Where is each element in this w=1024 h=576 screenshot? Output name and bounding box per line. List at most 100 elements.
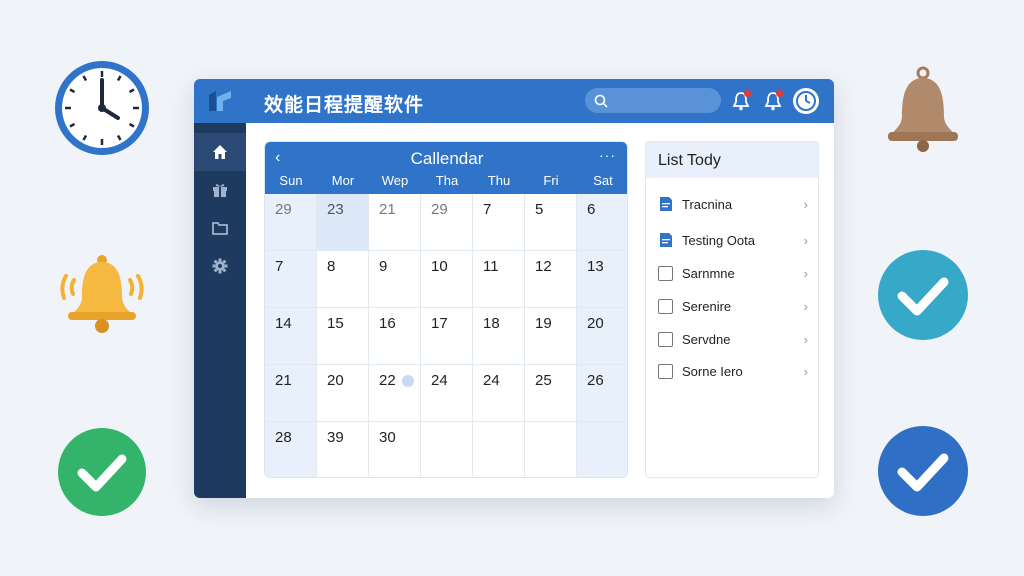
calendar-day-empty [421, 422, 473, 477]
weekday-label: Wep [381, 173, 409, 188]
calendar-day[interactable]: 10 [421, 251, 473, 308]
calendar-day-empty [473, 422, 525, 477]
home-icon [213, 145, 227, 159]
calendar-day[interactable]: 26 [577, 365, 627, 422]
chevron-right-icon: › [803, 265, 808, 281]
calendar-day[interactable]: 24 [473, 365, 525, 422]
todo-list-panel: List Tody Tracnina › Testing Oota › Sarn… [645, 141, 819, 478]
calendar-day[interactable]: 20 [317, 365, 369, 422]
chevron-right-icon: › [803, 298, 808, 314]
calendar-day[interactable]: 25 [525, 365, 577, 422]
sidebar-item-home[interactable] [194, 133, 246, 171]
clock-icon [796, 91, 816, 111]
clock-button[interactable] [793, 88, 819, 114]
notification-button[interactable] [730, 90, 752, 112]
sidebar-item-gifts[interactable] [194, 171, 246, 209]
calendar-day[interactable]: 23 [317, 194, 369, 251]
calendar-day-today[interactable]: 22 [369, 365, 421, 422]
calendar-day[interactable]: 18 [473, 308, 525, 365]
calendar-day[interactable]: 14 [265, 308, 317, 365]
alerts-button[interactable] [762, 90, 784, 112]
calendar-day[interactable]: 7 [473, 194, 525, 251]
weekday-label: Sat [593, 173, 613, 188]
notification-dot [776, 90, 783, 97]
calendar-day-number: 22 [379, 372, 396, 389]
list-item-label: Sorne Iero [682, 363, 743, 379]
list-item[interactable]: Serenire › [658, 296, 808, 316]
calendar-day[interactable]: 12 [525, 251, 577, 308]
calendar-day[interactable]: 39 [317, 422, 369, 477]
calendar-day[interactable]: 20 [577, 308, 627, 365]
list-item[interactable]: Servdne › [658, 329, 808, 349]
calendar-day[interactable]: 29 [265, 194, 317, 251]
calendar-day[interactable]: 28 [265, 422, 317, 477]
checkbox[interactable] [658, 298, 673, 314]
list-item[interactable]: Sarnmne › [658, 263, 808, 283]
calendar-grid: 29 23 21 29 7 5 6 7 8 9 10 11 12 13 14 1… [265, 194, 627, 477]
top-bar: 效能日程提醒软件 [194, 79, 834, 123]
search-input[interactable] [585, 88, 721, 113]
calendar-day[interactable]: 24 [421, 365, 473, 422]
list-item[interactable]: Tracnina › [658, 194, 808, 214]
clock-icon [55, 61, 149, 155]
calendar-day[interactable]: 11 [473, 251, 525, 308]
list-item[interactable]: Sorne Iero › [658, 361, 808, 381]
weekday-label: Tha [435, 173, 459, 188]
check-icon [878, 426, 968, 516]
list-item-label: Tracnina [682, 196, 733, 212]
gift-icon [213, 184, 227, 197]
calendar-day[interactable]: 17 [421, 308, 473, 365]
calendar: ‹ Callendar ··· Sun Mor Wep Tha Thu Fri … [264, 141, 628, 478]
list-item-label: Servdne [682, 331, 731, 347]
calendar-day[interactable]: 21 [265, 365, 317, 422]
more-menu-button[interactable]: ··· [599, 147, 616, 163]
calendar-day[interactable]: 21 [369, 194, 421, 251]
notification-dot [744, 90, 751, 97]
list-item-label: Testing Oota [682, 232, 755, 248]
calendar-day[interactable]: 7 [265, 251, 317, 308]
sidebar [194, 123, 246, 498]
calendar-day[interactable]: 6 [577, 194, 627, 251]
list-title: List Tody [646, 142, 818, 178]
list-item-label: Sarnmne [682, 265, 735, 281]
list-item-label: Serenire [682, 298, 732, 314]
checkbox[interactable] [658, 363, 673, 379]
check-icon [58, 428, 146, 516]
chevron-right-icon: › [803, 331, 808, 347]
calendar-day[interactable]: 16 [369, 308, 421, 365]
calendar-day[interactable]: 29 [421, 194, 473, 251]
list-item[interactable]: Testing Oota › [658, 230, 808, 250]
weekday-label: Sun [279, 173, 303, 188]
event-dot [402, 375, 414, 387]
logo-icon [209, 91, 231, 111]
calendar-day[interactable]: 19 [525, 308, 577, 365]
document-icon [660, 197, 672, 211]
calendar-day[interactable]: 30 [369, 422, 421, 477]
sidebar-item-settings[interactable] [194, 247, 246, 285]
calendar-day[interactable]: 8 [317, 251, 369, 308]
gear-icon [212, 258, 228, 274]
bell-icon [60, 255, 144, 333]
search-icon [594, 94, 608, 108]
weekday-label: Mor [331, 173, 355, 188]
calendar-header: ‹ Callendar ··· Sun Mor Wep Tha Thu Fri … [265, 142, 627, 194]
calendar-day[interactable]: 9 [369, 251, 421, 308]
app-title: 效能日程提醒软件 [264, 94, 425, 116]
calendar-day[interactable]: 13 [577, 251, 627, 308]
checkbox[interactable] [658, 265, 673, 281]
checkbox[interactable] [658, 331, 673, 347]
bell-icon [888, 66, 958, 152]
weekday-label: Fri [543, 173, 559, 188]
calendar-day-empty [525, 422, 577, 477]
chevron-right-icon: › [803, 196, 808, 212]
calendar-title: Callendar [410, 149, 484, 168]
folder-icon [212, 222, 228, 235]
chevron-right-icon: › [803, 363, 808, 379]
calendar-day-empty [577, 422, 627, 477]
chevron-right-icon: › [803, 232, 808, 248]
weekday-label: Thu [487, 173, 511, 188]
calendar-day[interactable]: 5 [525, 194, 577, 251]
sidebar-item-files[interactable] [194, 209, 246, 247]
calendar-day[interactable]: 15 [317, 308, 369, 365]
check-icon [878, 250, 968, 340]
